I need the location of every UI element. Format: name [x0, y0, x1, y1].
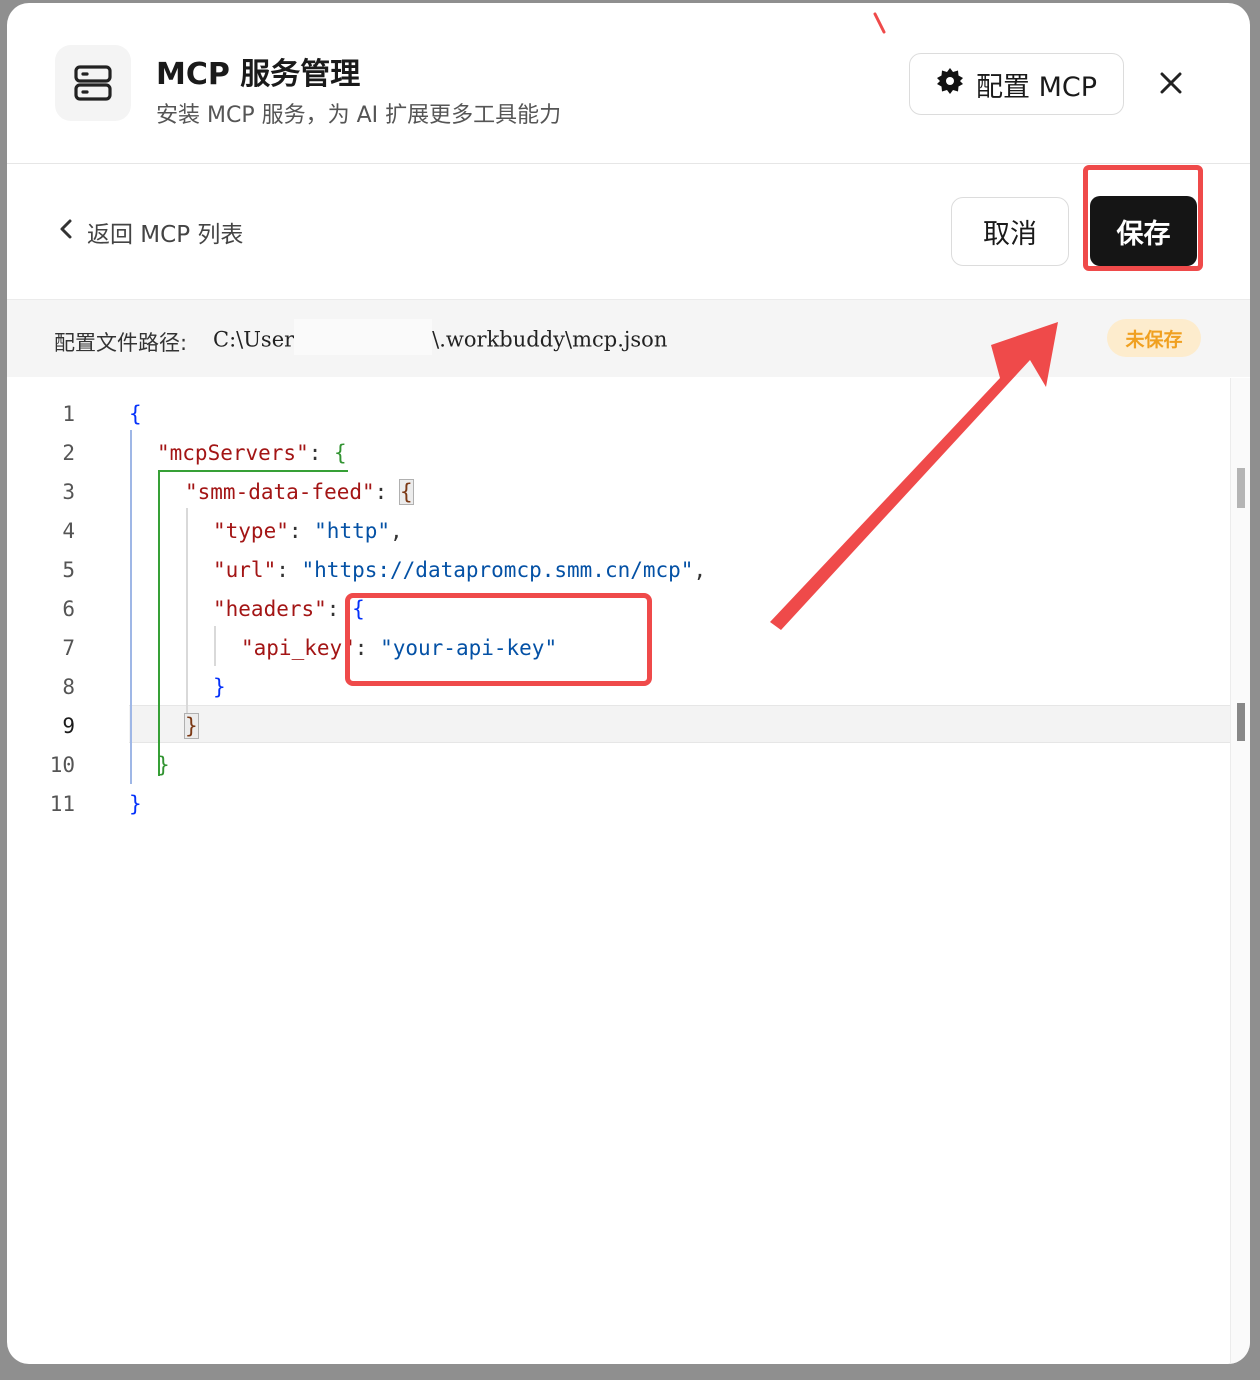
annotation-arrow-icon — [770, 12, 1058, 630]
